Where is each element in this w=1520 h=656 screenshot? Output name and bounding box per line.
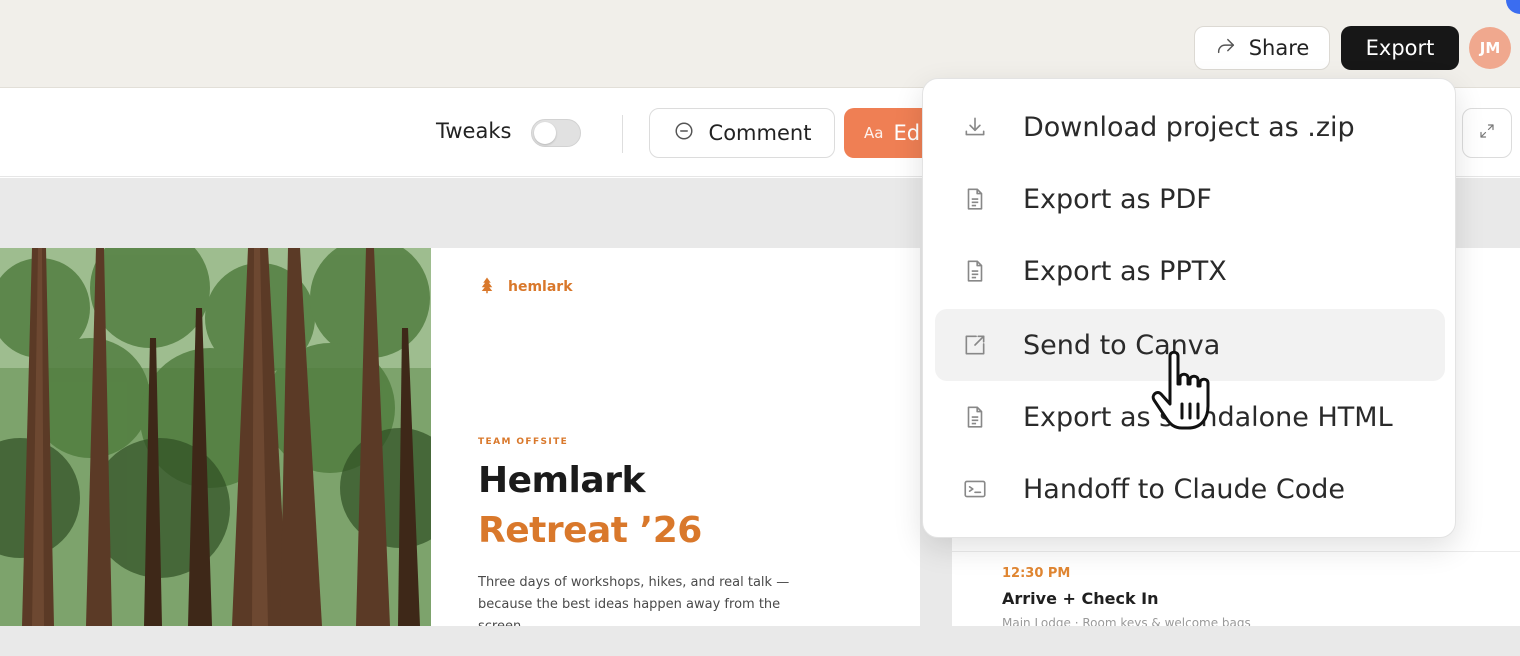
export-label: Export bbox=[1365, 36, 1435, 60]
edit-label: Ed bbox=[893, 121, 921, 145]
slide-title-accent: Retreat ’26 bbox=[478, 510, 702, 551]
tree-icon bbox=[478, 276, 496, 298]
menu-item-download-zip[interactable]: Download project as .zip bbox=[935, 91, 1445, 163]
download-icon bbox=[961, 113, 989, 141]
schedule-title: Arrive + Check In bbox=[1002, 589, 1159, 608]
export-button[interactable]: Export bbox=[1341, 26, 1459, 70]
slide-eyebrow: TEAM OFFSITE bbox=[478, 437, 569, 447]
brand: hemlark bbox=[478, 276, 573, 298]
menu-item-label: Handoff to Claude Code bbox=[1023, 473, 1345, 505]
document-icon bbox=[961, 257, 989, 285]
menu-item-label: Export as PDF bbox=[1023, 183, 1212, 215]
forest-photo bbox=[0, 248, 431, 626]
avatar-initials: JM bbox=[1479, 39, 1501, 57]
window-accent bbox=[1506, 0, 1520, 14]
terminal-icon bbox=[961, 475, 989, 503]
fullscreen-button[interactable] bbox=[1462, 108, 1512, 158]
brand-name: hemlark bbox=[508, 279, 573, 295]
tweaks-toggle[interactable] bbox=[531, 119, 581, 147]
avatar[interactable]: JM bbox=[1469, 27, 1511, 69]
menu-item-export-pdf[interactable]: Export as PDF bbox=[935, 163, 1445, 235]
schedule-time: 12:30 PM bbox=[1002, 566, 1071, 581]
toolbar-divider bbox=[622, 115, 623, 153]
schedule-subtitle: Main Lodge · Room keys & welcome bags bbox=[1002, 616, 1251, 626]
share-button[interactable]: Share bbox=[1194, 26, 1330, 70]
slide-card[interactable]: hemlark TEAM OFFSITE Hemlark Retreat ’26… bbox=[0, 248, 920, 626]
typography-icon: Aa bbox=[864, 124, 884, 142]
comment-icon bbox=[673, 120, 695, 147]
slide-description: Three days of workshops, hikes, and real… bbox=[478, 575, 790, 626]
slide-title: Hemlark bbox=[478, 460, 645, 501]
document-icon bbox=[961, 185, 989, 213]
schedule-divider bbox=[952, 551, 1520, 552]
menu-item-label: Download project as .zip bbox=[1023, 111, 1355, 143]
menu-item-export-pptx[interactable]: Export as PPTX bbox=[935, 235, 1445, 307]
document-icon bbox=[961, 403, 989, 431]
share-icon bbox=[1215, 35, 1237, 62]
comment-label: Comment bbox=[708, 121, 812, 145]
top-bar: Share Export JM bbox=[0, 0, 1520, 88]
menu-item-label: Export as PPTX bbox=[1023, 255, 1227, 287]
export-menu: Download project as .zip Export as PDF E… bbox=[922, 78, 1456, 538]
menu-item-handoff-claude-code[interactable]: Handoff to Claude Code bbox=[935, 453, 1445, 525]
comment-button[interactable]: Comment bbox=[649, 108, 835, 158]
tweaks-label: Tweaks bbox=[436, 119, 512, 143]
hand-pointer-icon bbox=[1148, 350, 1228, 434]
share-label: Share bbox=[1248, 36, 1310, 60]
expand-icon bbox=[1478, 122, 1496, 144]
toggle-knob bbox=[534, 122, 556, 144]
slide-content: hemlark TEAM OFFSITE Hemlark Retreat ’26… bbox=[478, 248, 898, 626]
external-link-icon bbox=[961, 331, 989, 359]
